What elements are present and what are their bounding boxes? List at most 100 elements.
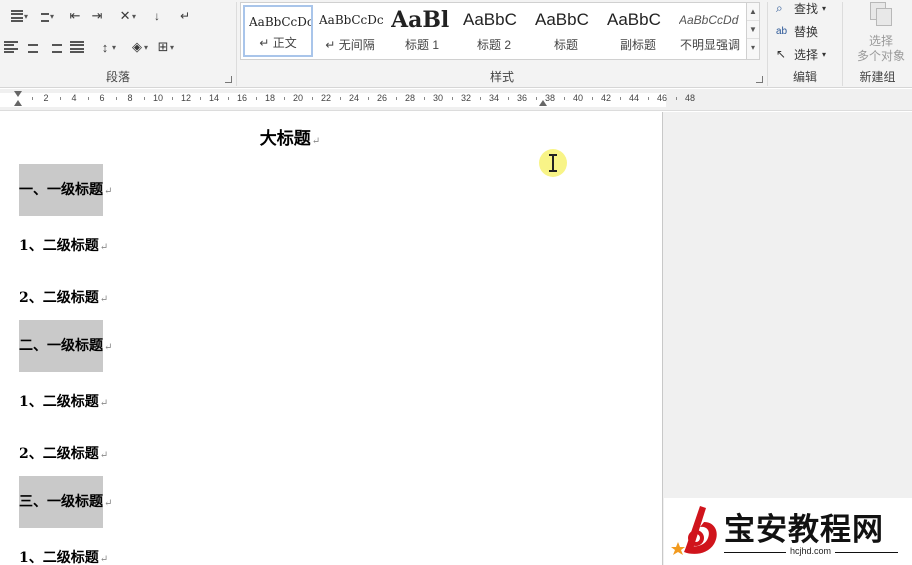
gallery-down-icon[interactable]: ▼ xyxy=(747,21,759,39)
heading-1[interactable]: 三、一级标题↵ xyxy=(19,476,116,528)
shading-icon[interactable]: ◈ xyxy=(126,37,148,57)
ruler-number: 4 xyxy=(71,93,77,103)
ruler-number: 18 xyxy=(264,93,275,103)
ruler-number: 28 xyxy=(404,93,415,103)
style-heading-1[interactable]: AaBl 标题 1 xyxy=(387,5,457,57)
increase-indent-icon[interactable]: ⇥ xyxy=(86,6,108,26)
style-subtitle[interactable]: AaBbC 副标题 xyxy=(603,5,673,57)
sort-icon[interactable]: ↓ xyxy=(146,6,168,26)
ruler-tick xyxy=(340,97,341,100)
styles-group-label: 样式 xyxy=(489,70,514,84)
ruler-number: 34 xyxy=(488,93,499,103)
first-line-indent-icon[interactable] xyxy=(14,91,22,97)
horizontal-ruler[interactable]: 2 4 6 8 10 12 14 16 18 20 22 24 26 28 30 32 34 36 38 40 42 44… xyxy=(0,89,912,111)
gallery-up-icon[interactable]: ▲ xyxy=(747,3,759,21)
style-subtle-emphasis[interactable]: AaBbCcDd 不明显强调 xyxy=(675,5,745,57)
paragraph-dialog-launcher-icon[interactable] xyxy=(225,76,232,83)
ruler-number: 36 xyxy=(516,93,527,103)
ruler-number: 24 xyxy=(348,93,359,103)
paragraph-group-label: 段落 xyxy=(105,70,130,84)
select-arrow-icon: ↖ xyxy=(776,47,787,61)
ruler-tick xyxy=(60,97,61,100)
right-indent-icon[interactable] xyxy=(539,100,547,106)
justify-icon[interactable] xyxy=(66,37,88,57)
heading-2[interactable]: 1、二级标题↵ xyxy=(19,235,108,255)
watermark-name: 宝安教程网 xyxy=(724,512,884,548)
numbered-list-icon[interactable] xyxy=(6,6,28,26)
style-preview: AaBbCcDc xyxy=(249,15,311,29)
ruler-number: 6 xyxy=(99,93,105,103)
ruler-number: 22 xyxy=(320,93,331,103)
ruler-number: 42 xyxy=(600,93,611,103)
ruler-tick xyxy=(648,97,649,100)
ruler-tick xyxy=(200,97,201,100)
ruler-tick xyxy=(368,97,369,100)
heading-2[interactable]: 1、二级标题↵ xyxy=(19,391,108,411)
ruler-number: 16 xyxy=(236,93,247,103)
paragraph-row-1: ▾ ▾ ⇤ ⇥ ✕ ▾ ↓ ↵ xyxy=(6,5,196,27)
paragraph-group: ▾ ▾ ⇤ ⇥ ✕ ▾ ↓ ↵ ↕ ▾ ◈ ▾ ⊞ ▾ 段落 xyxy=(0,0,236,88)
ruler-number: 46 xyxy=(656,93,667,103)
align-right-icon[interactable] xyxy=(44,37,66,57)
find-icon: ⌕ xyxy=(776,0,783,15)
new-group: 选择 多个对象 新建组 xyxy=(843,0,912,88)
hanging-indent-icon[interactable] xyxy=(14,100,22,106)
document-title[interactable]: 大标题↵ xyxy=(0,124,580,149)
gallery-more-icon[interactable]: ▾ xyxy=(747,39,759,57)
style-name: 标题 1 xyxy=(404,38,439,52)
ruler-tick xyxy=(564,97,565,100)
document-page[interactable]: 大标题↵ 一、一级标题↵ 1、二级标题↵ 2、二级标题↵ 二、一级标题↵ 1、二… xyxy=(0,112,663,565)
style-heading-2[interactable]: AaBbC 标题 2 xyxy=(459,5,529,57)
style-no-spacing[interactable]: AaBbCcDc ↵ 无间隔 xyxy=(315,5,385,57)
align-left-icon[interactable] xyxy=(0,37,22,57)
style-title[interactable]: AaBbC 标题 xyxy=(531,5,601,57)
ruler-tick xyxy=(312,97,313,100)
chinese-layout-icon[interactable]: ✕ xyxy=(114,6,136,26)
select-button[interactable]: ↖ 选择 ▾ xyxy=(776,44,826,64)
heading-2[interactable]: 2、二级标题↵ xyxy=(19,443,108,463)
watermark-url: hcjhd.com xyxy=(786,546,836,556)
select-multiple-objects-button[interactable]: 选择 多个对象 xyxy=(851,2,911,64)
ruler-number: 30 xyxy=(432,93,443,103)
style-preview: AaBbC xyxy=(535,10,589,29)
style-preview: AaBbC xyxy=(607,10,661,29)
borders-icon[interactable]: ⊞ xyxy=(152,37,174,57)
style-normal[interactable]: AaBbCcDc ↵ 正文 xyxy=(243,5,313,57)
style-gallery: AaBbCcDc ↵ 正文 AaBbCcDc ↵ 无间隔 AaBl 标题 1 A… xyxy=(240,2,760,60)
decrease-indent-icon[interactable]: ⇤ xyxy=(64,6,86,26)
heading-1[interactable]: 一、一级标题↵ xyxy=(19,164,116,216)
ribbon: ▾ ▾ ⇤ ⇥ ✕ ▾ ↓ ↵ ↕ ▾ ◈ ▾ ⊞ ▾ 段落 样式 AaBbCc… xyxy=(0,0,912,88)
styles-dialog-launcher-icon[interactable] xyxy=(756,76,763,83)
style-name: 标题 xyxy=(553,38,578,52)
style-name: 不明显强调 xyxy=(679,38,740,52)
ruler-tick xyxy=(228,97,229,100)
style-name: ↵ 正文 xyxy=(259,36,297,50)
ruler-number: 40 xyxy=(572,93,583,103)
heading-2[interactable]: 2、二级标题↵ xyxy=(19,287,108,307)
ruler-number: 2 xyxy=(43,93,49,103)
replace-icon: ab xyxy=(776,25,788,37)
show-paragraph-marks-icon[interactable]: ↵ xyxy=(174,6,196,26)
ruler-number: 12 xyxy=(180,93,191,103)
ruler-tick xyxy=(116,97,117,100)
line-spacing-icon[interactable]: ↕ xyxy=(94,37,116,57)
ruler-tick xyxy=(144,97,145,100)
ruler-tick xyxy=(396,97,397,100)
replace-button[interactable]: ab 替换 xyxy=(776,21,818,41)
ruler-tick xyxy=(284,97,285,100)
heading-1[interactable]: 二、一级标题↵ xyxy=(19,320,116,372)
edit-group: ⌕ 查找 ▾ ab 替换 ↖ 选择 ▾ 编辑 xyxy=(768,0,842,88)
ruler-tick xyxy=(424,97,425,100)
new-group-label: 新建组 xyxy=(859,70,896,84)
edit-group-label: 编辑 xyxy=(792,70,817,84)
align-center-icon[interactable] xyxy=(22,37,44,57)
heading-2[interactable]: 1、二级标题↵ xyxy=(19,547,108,565)
find-button[interactable]: ⌕ 查找 ▾ xyxy=(776,0,826,18)
chevron-down-icon: ▾ xyxy=(822,3,827,13)
style-name: 标题 2 xyxy=(476,38,511,52)
paragraph-row-2: ↕ ▾ ◈ ▾ ⊞ ▾ xyxy=(0,36,178,58)
select-objects-icon xyxy=(868,2,894,30)
ruler-number: 48 xyxy=(684,93,695,103)
multilevel-list-icon[interactable] xyxy=(32,6,54,26)
ruler-tick xyxy=(256,97,257,100)
